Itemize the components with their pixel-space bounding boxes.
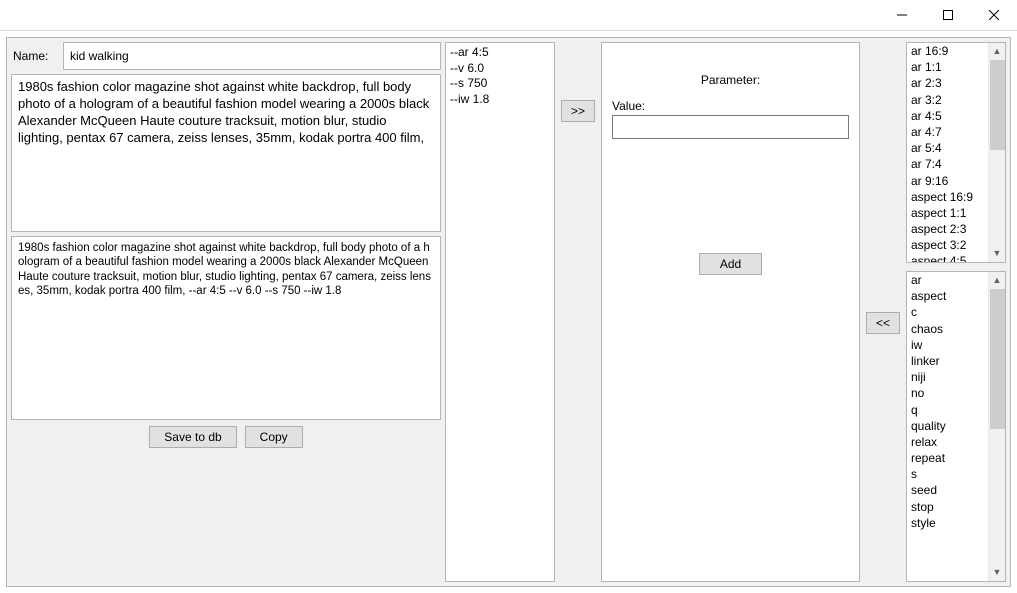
list-item[interactable]: --ar 4:5 [450,45,550,61]
list-item[interactable]: aspect [909,288,986,304]
list-item[interactable]: ar 9:16 [909,173,986,189]
list-item[interactable]: s [909,466,986,482]
list-item[interactable]: ar 1:1 [909,59,986,75]
list-item[interactable]: no [909,385,986,401]
list-item[interactable]: quality [909,418,986,434]
param-names-listbox[interactable]: ar aspect c chaos iw linker niji no q qu… [906,271,1006,582]
name-label: Name: [11,49,63,63]
list-item[interactable]: linker [909,353,986,369]
list-item[interactable]: --v 6.0 [450,61,550,77]
list-item[interactable]: stop [909,499,986,515]
list-item[interactable]: c [909,304,986,320]
list-item[interactable]: ar 2:3 [909,75,986,91]
main-panel: Name: 1980s fashion color magazine shot … [6,37,1011,587]
list-item[interactable]: ar 4:7 [909,124,986,140]
left-column: Name: 1980s fashion color magazine shot … [11,42,441,582]
list-item[interactable]: aspect 3:2 [909,237,986,253]
list-item[interactable]: aspect 2:3 [909,221,986,237]
applied-params-list[interactable]: --ar 4:5 --v 6.0 --s 750 --iw 1.8 [445,42,555,582]
scroll-thumb[interactable] [990,60,1005,150]
scrollbar[interactable]: ▲ ▼ [988,272,1005,581]
back-button[interactable]: << [866,312,900,334]
maximize-button[interactable] [925,0,971,30]
advance-button[interactable]: >> [561,100,595,122]
add-button[interactable]: Add [699,253,762,275]
minimize-button[interactable] [879,0,925,30]
result-output: 1980s fashion color magazine shot agains… [11,236,441,420]
list-item[interactable]: chaos [909,321,986,337]
list-item[interactable]: --s 750 [450,76,550,92]
list-item[interactable]: aspect 4:5 [909,253,986,262]
value-label: Value: [612,99,849,113]
parameter-label: Parameter: [612,73,849,87]
scroll-thumb[interactable] [990,289,1005,429]
list-item[interactable]: ar 4:5 [909,108,986,124]
list-item[interactable]: relax [909,434,986,450]
list-item[interactable]: ar 16:9 [909,43,986,59]
list-item[interactable]: style [909,515,986,531]
scroll-down-icon[interactable]: ▼ [989,245,1005,262]
scrollbar[interactable]: ▲ ▼ [988,43,1005,262]
name-input[interactable] [63,42,441,70]
list-item[interactable]: ar [909,272,986,288]
list-item[interactable]: --iw 1.8 [450,92,550,108]
scroll-up-icon[interactable]: ▲ [989,43,1005,60]
list-item[interactable]: ar 3:2 [909,92,986,108]
list-item[interactable]: q [909,402,986,418]
scroll-up-icon[interactable]: ▲ [989,272,1005,289]
value-input[interactable] [612,115,849,139]
parameter-editor: Parameter: Value: Add [601,42,860,582]
list-item[interactable]: seed [909,482,986,498]
list-item[interactable]: iw [909,337,986,353]
list-item[interactable]: repeat [909,450,986,466]
list-item[interactable]: niji [909,369,986,385]
right-column: ar 16:9 ar 1:1 ar 2:3 ar 3:2 ar 4:5 ar 4… [906,42,1006,582]
list-item[interactable]: aspect 1:1 [909,205,986,221]
save-to-db-button[interactable]: Save to db [149,426,236,448]
close-button[interactable] [971,0,1017,30]
list-item[interactable]: aspect 16:9 [909,189,986,205]
preset-listbox[interactable]: ar 16:9 ar 1:1 ar 2:3 ar 3:2 ar 4:5 ar 4… [906,42,1006,263]
prompt-textarea[interactable] [11,74,441,232]
copy-button[interactable]: Copy [245,426,303,448]
list-item[interactable]: ar 5:4 [909,140,986,156]
scroll-down-icon[interactable]: ▼ [989,564,1005,581]
window-titlebar [0,0,1017,30]
list-item[interactable]: ar 7:4 [909,156,986,172]
